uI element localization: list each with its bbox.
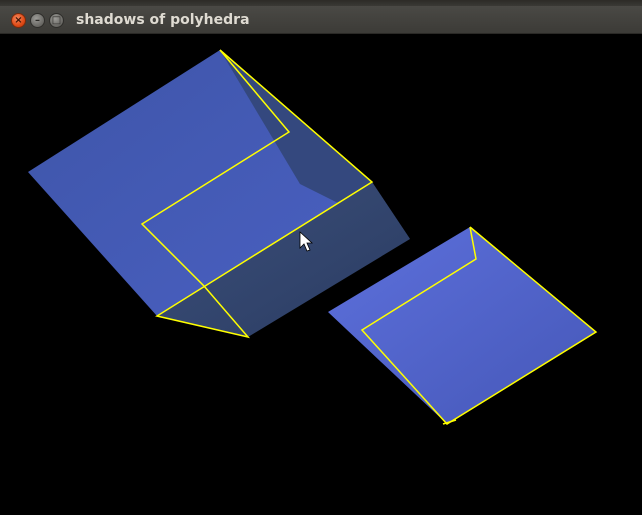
- scene-svg: [28, 49, 598, 425]
- close-icon: ×: [14, 14, 23, 26]
- minimize-button[interactable]: –: [30, 13, 45, 28]
- render-canvas[interactable]: [0, 34, 642, 515]
- close-button[interactable]: ×: [11, 13, 26, 28]
- polyhedron-solid: [28, 49, 410, 339]
- maximize-button[interactable]: □: [49, 13, 64, 28]
- window-title: shadows of polyhedra: [76, 12, 250, 28]
- app-window: × – □ shadows of polyhedra: [0, 0, 642, 515]
- title-bar[interactable]: × – □ shadows of polyhedra: [0, 6, 642, 34]
- maximize-icon: □: [51, 14, 62, 26]
- minimize-icon: –: [35, 14, 40, 26]
